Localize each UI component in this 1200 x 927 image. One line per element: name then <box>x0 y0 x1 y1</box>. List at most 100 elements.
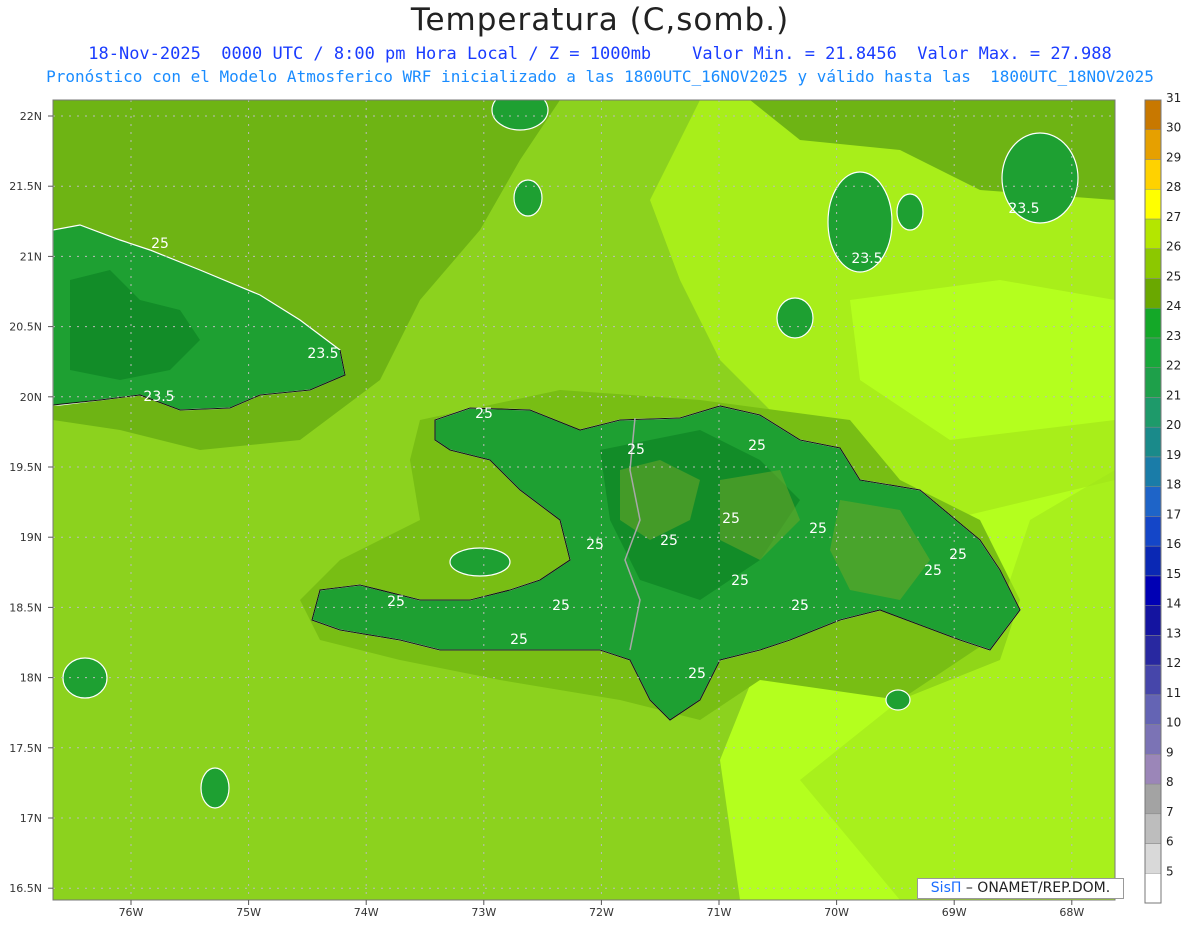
lon-label: 73W <box>471 906 496 919</box>
colorbar-label: 8 <box>1166 775 1174 789</box>
colorbar-swatch <box>1144 188 1162 220</box>
colorbar-swatch <box>1144 545 1162 577</box>
lat-label: 17.5N <box>9 742 42 755</box>
colorbar-label: 5 <box>1166 864 1174 878</box>
colorbar-swatch <box>1144 813 1162 844</box>
colorbar-swatch <box>1144 724 1162 755</box>
colorbar-swatch <box>1144 486 1162 517</box>
contour-label: 25 <box>748 438 766 454</box>
colorbar-swatch <box>1144 783 1162 815</box>
colorbar-swatch <box>1144 307 1162 339</box>
lat-label: 21.5N <box>9 180 42 193</box>
lat-label: 19N <box>20 531 42 544</box>
contour-label: 25 <box>924 563 942 579</box>
contour-label: 25 <box>387 594 405 610</box>
colorbar-label: 27 <box>1166 210 1181 224</box>
colorbar-label: 16 <box>1166 537 1181 551</box>
colorbar-label: 13 <box>1166 626 1181 640</box>
colorbar-label: 29 <box>1166 150 1181 164</box>
lon-label: 76W <box>119 906 144 919</box>
lon-label: 71W <box>707 906 732 919</box>
colorbar-label: 19 <box>1166 448 1181 462</box>
contour-label: 25 <box>151 236 169 252</box>
island-small-north <box>776 297 814 339</box>
contour-label: 25 <box>510 632 528 648</box>
colorbar-swatch <box>1144 873 1162 904</box>
colorbar-swatch <box>1144 575 1162 606</box>
colorbar-label: 11 <box>1166 686 1181 700</box>
colorbar-label: 28 <box>1166 180 1181 194</box>
credit-org: – ONAMET/REP.DOM. <box>965 880 1111 896</box>
map-field <box>53 100 1115 900</box>
lat-label: 21N <box>20 250 42 263</box>
colorbar-label: 9 <box>1166 745 1174 759</box>
colorbar: 5 6 7 8 9 10 11 12 13 14 15 16 17 18 19 20 21 22 23 24 25 26 2… <box>1144 91 1181 904</box>
contour-label: 25 <box>731 573 749 589</box>
colorbar-swatch <box>1144 635 1162 666</box>
colorbar-swatch <box>1144 426 1162 458</box>
contour-label: 25 <box>949 547 967 563</box>
colorbar-label: 25 <box>1166 269 1181 283</box>
colorbar-swatch <box>1144 159 1162 190</box>
temperature-map: 22N 21.5N 21N 20.5N 20N 19.5N 19N 18.5N 18N 17.5N… <box>9 91 1181 919</box>
colorbar-label: 6 <box>1166 835 1174 849</box>
contour-label: 25 <box>552 598 570 614</box>
contour-label: 25 <box>586 537 604 553</box>
lon-label: 69W <box>942 906 967 919</box>
lat-label: 16.5N <box>9 882 42 895</box>
colorbar-label: 24 <box>1166 299 1181 313</box>
contour-label: 25 <box>722 511 740 527</box>
lat-label: 18.5N <box>9 601 42 614</box>
colorbar-swatch <box>1144 99 1162 130</box>
contour-label: 25 <box>791 598 809 614</box>
credit-box: SisΠ – ONAMET/REP.DOM. <box>917 878 1124 899</box>
contour-label: 25 <box>660 533 678 549</box>
island-gonave <box>449 547 511 577</box>
colorbar-swatch <box>1144 337 1162 368</box>
contour-label: 23.5 <box>143 389 174 405</box>
colorbar-label: 10 <box>1166 716 1181 730</box>
colorbar-label: 31 <box>1166 91 1181 105</box>
colorbar-swatch <box>1144 278 1162 309</box>
colorbar-label: 17 <box>1166 507 1181 521</box>
lat-label: 19.5N <box>9 461 42 474</box>
lat-label: 22N <box>20 110 42 123</box>
island-saona <box>885 689 911 711</box>
island-bahamas-1 <box>491 100 549 131</box>
colorbar-swatch <box>1144 456 1162 487</box>
colorbar-swatch <box>1144 129 1162 160</box>
contour-label: 25 <box>809 521 827 537</box>
colorbar-swatch <box>1144 218 1162 249</box>
lon-label: 75W <box>236 906 261 919</box>
island-bahamas-2 <box>513 179 543 217</box>
contour-label: 25 <box>627 442 645 458</box>
colorbar-label: 26 <box>1166 240 1181 254</box>
colorbar-swatch <box>1144 516 1162 547</box>
lon-label: 74W <box>354 906 379 919</box>
lon-label: 68W <box>1059 906 1084 919</box>
colorbar-label: 30 <box>1166 121 1181 135</box>
contour-label: 25 <box>475 406 493 422</box>
latitude-axis: 22N 21.5N 21N 20.5N 20N 19.5N 19N 18.5N 18N 17.5N… <box>9 110 53 895</box>
island-turks-2 <box>896 193 924 231</box>
colorbar-label: 12 <box>1166 656 1181 670</box>
colorbar-label: 18 <box>1166 478 1181 492</box>
lon-label: 70W <box>824 906 849 919</box>
colorbar-label: 14 <box>1166 597 1181 611</box>
colorbar-swatch <box>1144 694 1162 725</box>
lat-label: 17N <box>20 812 42 825</box>
colorbar-label: 23 <box>1166 329 1181 343</box>
contour-label: 23.5 <box>851 251 882 267</box>
colorbar-swatch <box>1144 664 1162 696</box>
colorbar-swatch <box>1144 843 1162 874</box>
lon-label: 72W <box>589 906 614 919</box>
colorbar-label: 21 <box>1166 388 1181 402</box>
island-southwest <box>200 767 230 809</box>
contour-label: 23.5 <box>307 346 338 362</box>
colorbar-swatch <box>1144 754 1162 785</box>
colorbar-label: 22 <box>1166 359 1181 373</box>
lat-label: 20N <box>20 391 42 404</box>
colorbar-label: 20 <box>1166 418 1181 432</box>
colorbar-swatch <box>1144 605 1162 636</box>
contour-label: 23.5 <box>1008 201 1039 217</box>
